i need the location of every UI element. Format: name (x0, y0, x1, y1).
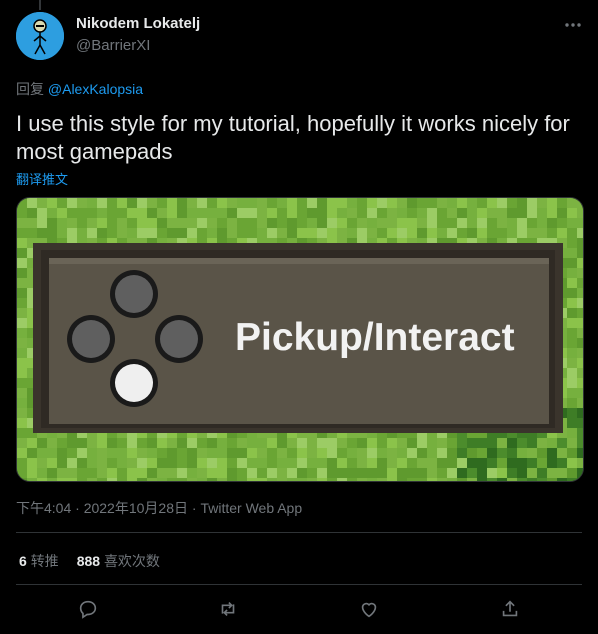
tweet-text: I use this style for my tutorial, hopefu… (16, 111, 570, 164)
reply-context: 回复 @AlexKalopsia (16, 79, 143, 99)
thread-line (39, 0, 41, 10)
reply-mention-link[interactable]: @AlexKalopsia (48, 81, 143, 97)
tweet-media[interactable]: Pickup/Interact (16, 197, 584, 482)
retweets-label: 转推 (30, 553, 59, 569)
action-bar (0, 598, 598, 622)
tweet-source[interactable]: Twitter Web App (200, 500, 302, 516)
likes-count: 888 (76, 553, 101, 569)
author-name[interactable]: Nikodem Lokatelj (76, 15, 200, 32)
gamepad-prompt-image: Pickup/Interact (17, 198, 583, 481)
retweet-icon[interactable] (217, 598, 239, 620)
retweets-count: 6 (19, 553, 27, 569)
tweet-date[interactable]: 2022年10月28日 (84, 500, 188, 516)
translate-link[interactable]: 翻译推文 (16, 169, 68, 188)
reply-prefix: 回复 (16, 81, 44, 97)
divider (16, 532, 582, 533)
tweet-time[interactable]: 下午4:04 (16, 500, 71, 516)
prompt-label: Pickup/Interact (235, 316, 515, 359)
tweet-stats: 6 转推 888 喜欢次数 (19, 551, 160, 571)
avatar[interactable] (16, 12, 64, 60)
retweets-stat[interactable]: 6 转推 (19, 551, 59, 571)
likes-stat[interactable]: 888 喜欢次数 (77, 551, 160, 571)
like-icon[interactable] (358, 598, 380, 620)
stick-figure-icon (16, 12, 64, 60)
author-handle[interactable]: @BarrierXI (76, 37, 150, 54)
reply-icon[interactable] (77, 598, 99, 620)
tweet-meta: 下午4:04 · 2022年10月28日 · Twitter Web App (16, 500, 303, 516)
divider (16, 584, 582, 585)
likes-label: 喜欢次数 (103, 553, 160, 569)
share-icon[interactable] (499, 598, 521, 620)
more-options-icon[interactable] (563, 18, 583, 32)
